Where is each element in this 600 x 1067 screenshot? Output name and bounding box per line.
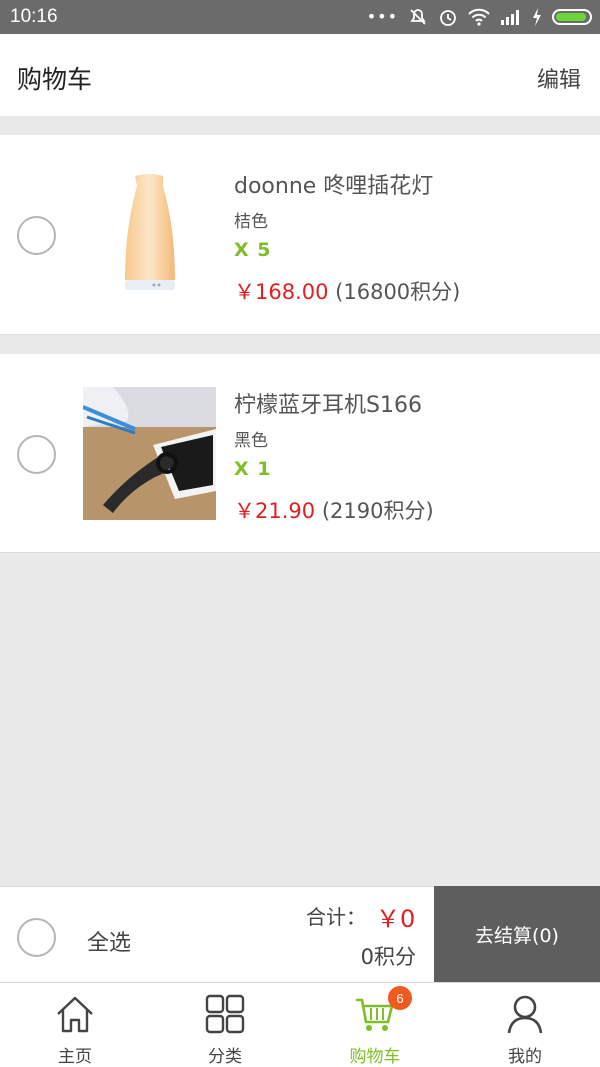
more-notifications-icon: ••• [366,7,398,26]
select-all-label[interactable]: 全选 [87,925,131,957]
tab-cart[interactable]: 购物车 [300,983,450,1067]
tab-label: 购物车 [349,1047,401,1067]
item-price-row: ￥21.90 (2190积分) [234,495,434,525]
item-name[interactable]: doonne 咚哩插花灯 [234,168,433,200]
lamp-product-image[interactable] [83,168,216,301]
status-time: 10:16 [10,6,58,27]
item-select-checkbox[interactable] [17,216,56,255]
mute-icon [410,9,426,25]
tab-label: 分类 [208,1047,242,1067]
item-price: ￥21.90 [234,499,316,523]
total-points: 0积分 [360,945,416,969]
checkout-button[interactable]: 去结算(0) [434,886,600,983]
total-label: 合计： [306,905,366,929]
select-all-checkbox[interactable] [17,918,56,957]
signal-icon [501,10,519,25]
item-select-checkbox[interactable] [17,435,56,474]
wifi-icon [468,8,490,26]
tab-category[interactable]: 分类 [150,983,300,1067]
status-icons: ••• [367,6,592,28]
status-bar: 10:16 ••• [0,0,600,34]
bottom-tab-bar: 主页 分类 购物车 我的 [0,982,600,1067]
battery-icon [552,9,592,25]
item-name[interactable]: 柠檬蓝牙耳机S166 [234,387,422,419]
user-icon [507,995,543,1034]
item-quantity: X 5 [234,239,272,261]
edit-button[interactable]: 编辑 [537,62,581,94]
cart-item: 柠檬蓝牙耳机S166 黑色 X 1 ￥21.90 (2190积分) [0,354,600,553]
item-points: (2190积分) [321,499,434,523]
cart-item: doonne 咚哩插花灯 桔色 X 5 ￥168.00 (16800积分) [0,135,600,335]
item-color: 桔色 [234,212,268,232]
page-header: 购物车 编辑 [0,34,600,116]
charging-icon [533,8,541,26]
item-price-row: ￥168.00 (16800积分) [234,276,460,306]
tab-home[interactable]: 主页 [0,983,150,1067]
grid-icon [205,994,245,1034]
checkout-bar: 全选 合计： ￥0 0积分 去结算(0) [0,886,600,983]
alarm-icon [440,10,456,26]
earphone-product-image[interactable] [83,387,216,520]
cart-count-badge: 6 [388,986,412,1010]
tab-mine[interactable]: 我的 [450,983,600,1067]
item-price: ￥168.00 [234,280,329,304]
item-points: (16800积分) [335,280,461,304]
total-price: ￥0 [376,905,416,933]
home-icon [57,996,93,1033]
tab-label: 我的 [508,1047,542,1067]
item-quantity: X 1 [234,458,272,480]
tab-label: 主页 [58,1047,92,1067]
item-color: 黑色 [234,431,268,451]
page-title: 购物车 [17,65,93,94]
